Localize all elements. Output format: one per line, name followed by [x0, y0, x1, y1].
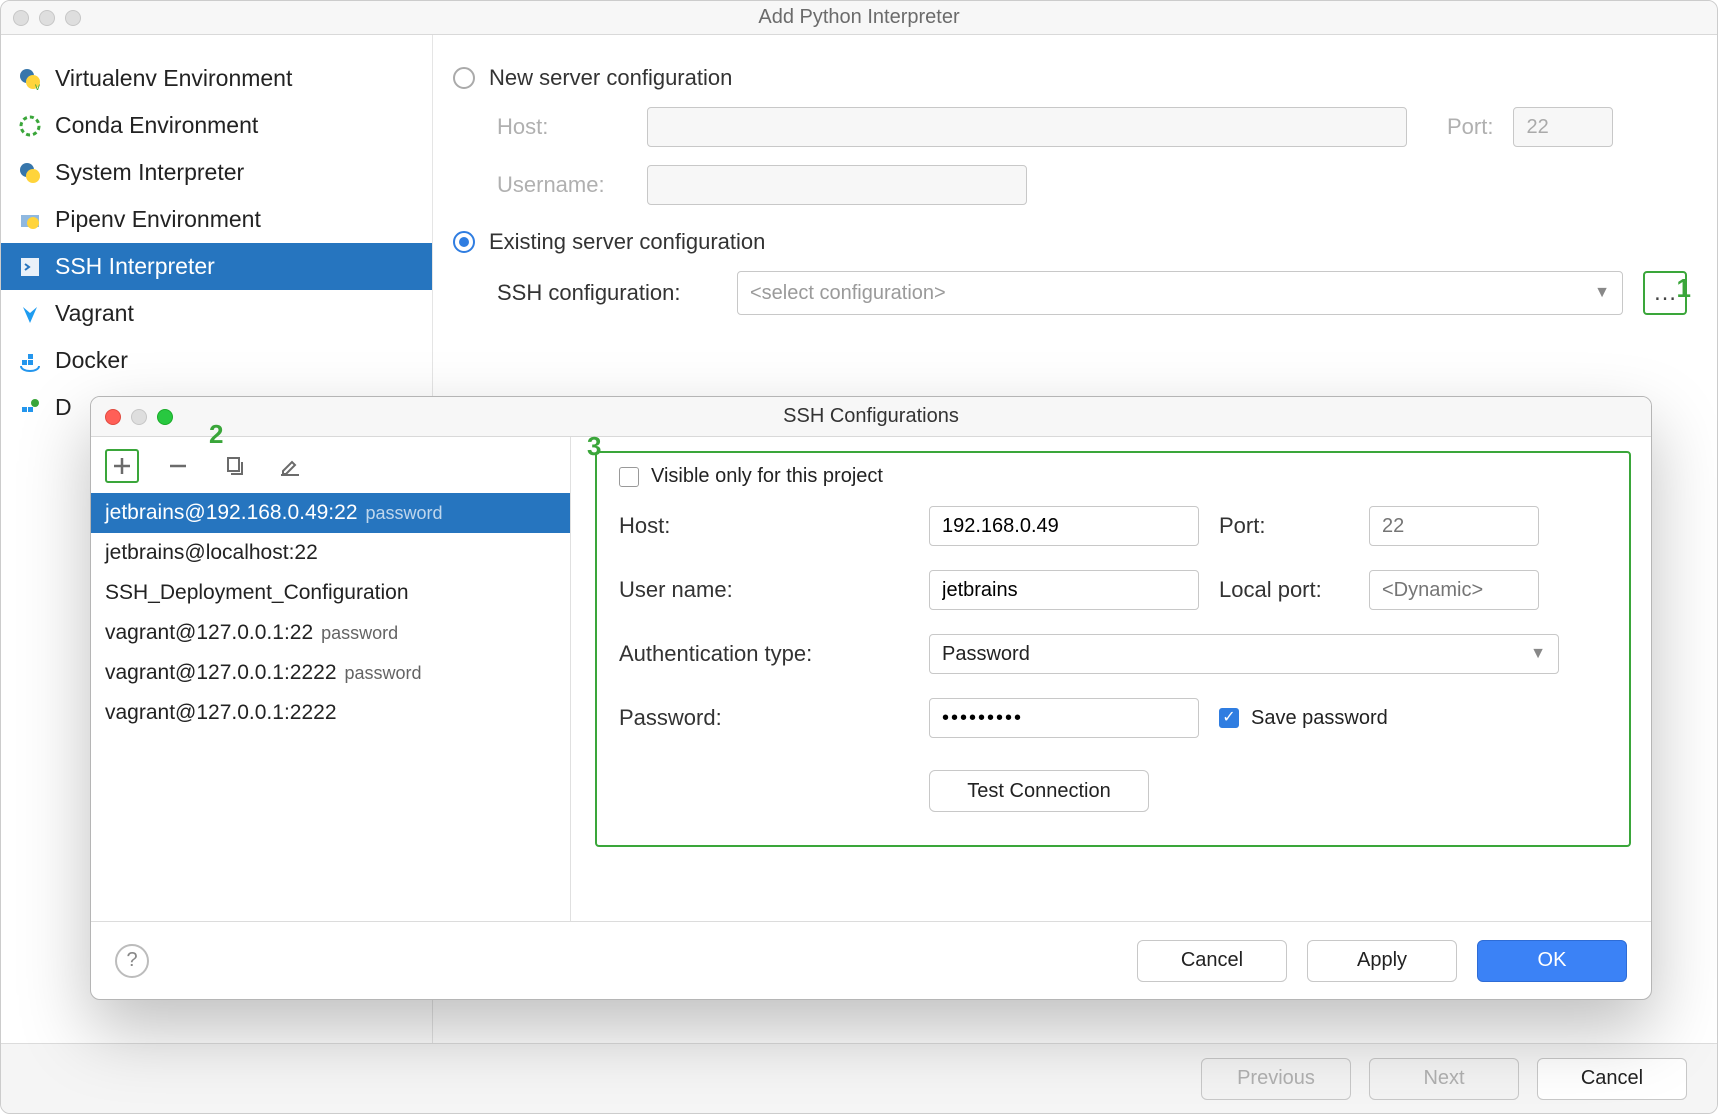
annotation-3: 3	[587, 431, 601, 462]
save-password-label: Save password	[1251, 707, 1388, 730]
ssh-list-item[interactable]: vagrant@127.0.0.1:22 password	[91, 613, 570, 653]
ssh-list-item-label: SSH_Deployment_Configuration	[105, 581, 409, 605]
sidebar-item-label: System Interpreter	[55, 159, 244, 186]
existing-server-radio[interactable]	[453, 231, 475, 253]
ssh-config-form-panel: 3 Visible only for this project Host: Po…	[571, 437, 1651, 921]
test-connection-button[interactable]: Test Connection	[929, 770, 1149, 812]
ssh-port-label: Port:	[1219, 513, 1369, 539]
ssh-apply-button[interactable]: Apply	[1307, 940, 1457, 982]
conda-icon	[19, 115, 41, 137]
ssh-ok-button[interactable]: OK	[1477, 940, 1627, 982]
next-button: Next	[1369, 1058, 1519, 1100]
ssh-list-item-label: vagrant@127.0.0.1:22	[105, 621, 313, 645]
svg-text:v: v	[35, 82, 40, 90]
remove-config-button[interactable]	[161, 449, 195, 483]
ssh-list-item-label: jetbrains@localhost:22	[105, 541, 318, 565]
port-label: Port:	[1447, 114, 1493, 140]
ssh-host-label: Host:	[619, 513, 929, 539]
ssh-dialog-title: SSH Configurations	[91, 405, 1651, 428]
sidebar-item-label: Conda Environment	[55, 112, 258, 139]
ssh-auth-value: Password	[942, 643, 1030, 666]
window-title: Add Python Interpreter	[1, 6, 1717, 29]
main-titlebar: Add Python Interpreter	[1, 1, 1717, 35]
sidebar-item-pipenv-environment[interactable]: Pipenv Environment	[1, 196, 432, 243]
chevron-down-icon: ▼	[1594, 284, 1610, 302]
username-input	[647, 165, 1027, 205]
sidebar-item-virtualenv-environment[interactable]: v Virtualenv Environment	[1, 55, 432, 102]
ssh-password-label: Password:	[619, 705, 929, 731]
help-button[interactable]: ?	[115, 944, 149, 978]
ssh-config-list[interactable]: jetbrains@192.168.0.49:22passwordjetbrai…	[91, 493, 570, 921]
visible-only-label: Visible only for this project	[651, 465, 883, 488]
ssh-list-item-hint: password	[321, 623, 398, 644]
sidebar-item-ssh-interpreter[interactable]: SSH Interpreter	[1, 243, 432, 290]
ssh-config-label: SSH configuration:	[497, 280, 717, 306]
docker-compose-icon	[19, 397, 41, 419]
ssh-auth-select[interactable]: Password ▼	[929, 634, 1559, 674]
ssh-localport-label: Local port:	[1219, 577, 1369, 603]
new-server-label: New server configuration	[489, 65, 732, 91]
sidebar-item-label: D	[55, 394, 72, 421]
ssh-password-input[interactable]	[929, 698, 1199, 738]
ssh-cancel-button[interactable]: Cancel	[1137, 940, 1287, 982]
sidebar-item-label: Vagrant	[55, 300, 134, 327]
edit-config-button[interactable]	[273, 449, 307, 483]
ssh-list-item[interactable]: jetbrains@192.168.0.49:22 password	[91, 493, 570, 533]
ssh-list-item-hint: password	[345, 663, 422, 684]
ssh-icon	[19, 256, 41, 278]
previous-button: Previous	[1201, 1058, 1351, 1100]
save-password-checkbox[interactable]	[1219, 708, 1239, 728]
copy-config-button[interactable]	[217, 449, 251, 483]
vagrant-icon	[19, 303, 41, 325]
ssh-localport-input[interactable]	[1369, 570, 1539, 610]
ssh-list-item[interactable]: vagrant@127.0.0.1:2222 password	[91, 653, 570, 693]
new-server-radio[interactable]	[453, 67, 475, 89]
ssh-configurations-dialog: SSH Configurations 2 jetbrains@192.168.0…	[90, 396, 1652, 1000]
ssh-host-input[interactable]	[929, 506, 1199, 546]
ssh-list-item[interactable]: SSH_Deployment_Configuration	[91, 573, 570, 613]
host-label: Host:	[497, 114, 627, 140]
ssh-list-item-hint: password	[366, 503, 443, 524]
sidebar-item-system-interpreter[interactable]: System Interpreter	[1, 149, 432, 196]
python-v-icon: v	[19, 68, 41, 90]
ssh-list-item-label: jetbrains@192.168.0.49:22	[105, 501, 358, 525]
ssh-auth-label: Authentication type:	[619, 641, 929, 667]
ssh-titlebar: SSH Configurations	[91, 397, 1651, 437]
username-label: Username:	[497, 172, 627, 198]
ssh-list-toolbar	[91, 437, 570, 493]
ssh-list-item[interactable]: jetbrains@localhost:22	[91, 533, 570, 573]
python-icon	[19, 162, 41, 184]
ssh-list-item[interactable]: vagrant@127.0.0.1:2222	[91, 693, 570, 733]
ssh-config-list-panel: 2 jetbrains@192.168.0.49:22passwordjetbr…	[91, 437, 571, 921]
sidebar-item-label: Docker	[55, 347, 128, 374]
sidebar-item-docker[interactable]: Docker	[1, 337, 432, 384]
port-input	[1513, 107, 1613, 147]
sidebar-item-label: Virtualenv Environment	[55, 65, 292, 92]
cancel-button[interactable]: Cancel	[1537, 1058, 1687, 1100]
wizard-footer: Previous Next Cancel	[1, 1043, 1717, 1113]
add-config-button[interactable]	[105, 449, 139, 483]
ssh-config-select[interactable]: <select configuration> ▼	[737, 271, 1623, 315]
sidebar-item-vagrant[interactable]: Vagrant	[1, 290, 432, 337]
ssh-list-item-label: vagrant@127.0.0.1:2222	[105, 661, 337, 685]
annotation-1: 1	[1677, 273, 1691, 304]
ssh-config-placeholder: <select configuration>	[750, 282, 946, 305]
ssh-username-label: User name:	[619, 577, 929, 603]
host-input	[647, 107, 1407, 147]
docker-icon	[19, 350, 41, 372]
chevron-down-icon: ▼	[1530, 645, 1546, 663]
sidebar-item-label: Pipenv Environment	[55, 206, 261, 233]
ssh-list-item-label: vagrant@127.0.0.1:2222	[105, 701, 337, 725]
ssh-port-input[interactable]	[1369, 506, 1539, 546]
sidebar-item-conda-environment[interactable]: Conda Environment	[1, 102, 432, 149]
ssh-dialog-footer: ? Cancel Apply OK	[91, 921, 1651, 999]
pipenv-icon	[19, 209, 41, 231]
sidebar-item-label: SSH Interpreter	[55, 253, 215, 280]
annotation-2: 2	[209, 419, 223, 450]
visible-only-checkbox[interactable]	[619, 467, 639, 487]
ssh-username-input[interactable]	[929, 570, 1199, 610]
existing-server-label: Existing server configuration	[489, 229, 765, 255]
